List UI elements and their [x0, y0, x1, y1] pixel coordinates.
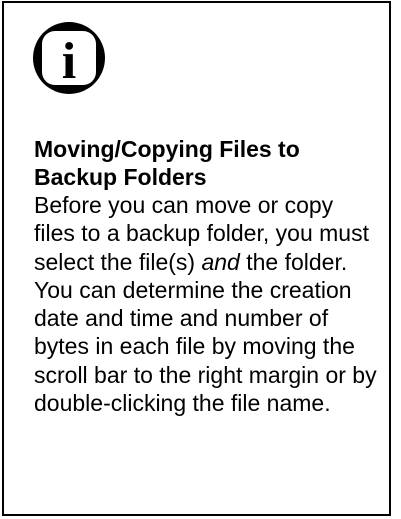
info-note-box: i Moving/Copying Files to Backup Folders…: [2, 1, 391, 516]
info-icon-glyph: i: [62, 33, 76, 90]
note-body: Before you can move or copy files to a b…: [34, 191, 379, 417]
info-icon: i: [32, 21, 106, 95]
note-heading: Moving/Copying Files to Backup Folders: [34, 136, 300, 190]
info-icon-graphic: i: [33, 22, 105, 94]
note-content: Moving/Copying Files to Backup Folders B…: [34, 135, 379, 417]
note-body-emphasis: and: [201, 248, 240, 275]
